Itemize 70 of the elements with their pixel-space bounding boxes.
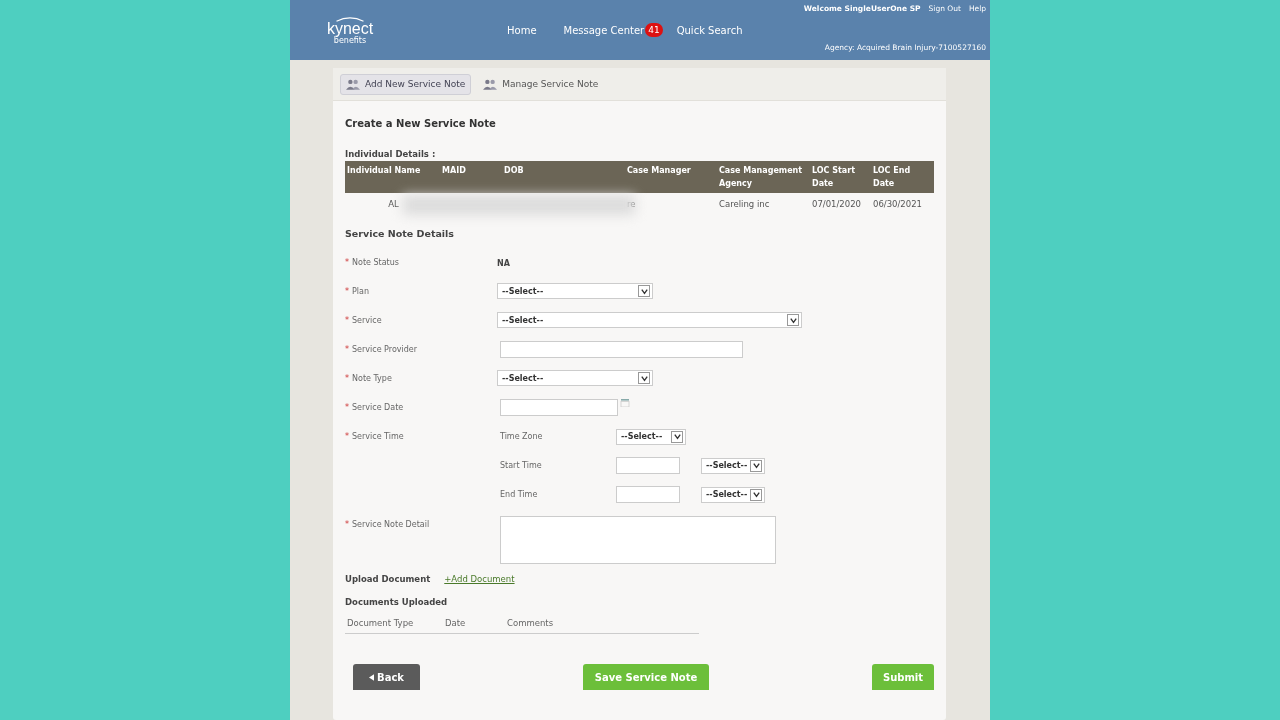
required-mark: * — [345, 403, 349, 412]
text-area[interactable] — [500, 516, 776, 564]
caret-icon — [750, 459, 762, 472]
count-badge: 41 — [645, 23, 663, 37]
required-mark: * — [345, 287, 349, 296]
column-header: Case Manager — [626, 165, 692, 177]
select-field[interactable]: --Select-- — [701, 486, 765, 503]
field-label: Start Time — [500, 461, 543, 470]
field-label: Service Provider — [352, 345, 418, 354]
section-label: Individual Details : — [345, 149, 437, 159]
tab[interactable]: Add New Service Note — [340, 73, 472, 95]
time-field[interactable] — [616, 457, 680, 474]
date-field[interactable] — [500, 399, 618, 416]
nav-link[interactable]: Home — [507, 23, 537, 37]
nav-link[interactable]: Message Center 41 — [563, 23, 663, 37]
table-cell-text: 07/01/2020 — [811, 198, 862, 211]
nav-link[interactable]: Quick Search — [676, 23, 743, 37]
time-field[interactable] — [616, 486, 680, 503]
field-label: Note Status — [352, 258, 399, 267]
column-header: Comments — [507, 618, 554, 628]
table-cell-text: re — [626, 198, 637, 211]
field-label: Service Date — [352, 403, 404, 412]
column-header: LOC End Date — [872, 165, 912, 190]
caret-icon — [787, 314, 799, 326]
section-title: Service Note Details — [345, 228, 456, 239]
people-icon — [483, 78, 498, 90]
required-mark: * — [345, 345, 349, 354]
field-label: Service Note Detail — [352, 520, 430, 529]
field-label: Service — [352, 316, 382, 325]
select-field[interactable]: --Select-- — [497, 283, 653, 299]
required-mark: * — [345, 374, 349, 383]
required-mark: * — [345, 316, 349, 325]
section-label: Documents Uploaded — [345, 597, 449, 607]
caret-icon — [750, 488, 762, 501]
kynect-logo[interactable]: kynect benefits — [323, 15, 377, 45]
select-field[interactable]: --Select-- — [497, 312, 802, 328]
tab[interactable]: Manage Service Note — [477, 73, 605, 95]
required-mark: * — [345, 258, 349, 267]
column-header: DOB — [503, 165, 525, 177]
field-label: Service Time — [352, 432, 404, 441]
field-label: End Time — [500, 490, 539, 499]
table-cell-text: 06/30/2021 — [872, 198, 923, 211]
input-field[interactable] — [500, 341, 743, 358]
add-document-link[interactable]: +Add Document — [444, 574, 515, 584]
column-header: Individual Name — [346, 165, 422, 177]
table-cell-text: AL — [387, 198, 400, 211]
caret-icon — [671, 430, 683, 443]
caret-icon — [638, 372, 650, 384]
triangle-icon — [369, 673, 374, 681]
people-icon — [346, 78, 360, 90]
caret-icon — [638, 285, 650, 297]
calendar-icon[interactable] — [620, 399, 630, 407]
select-field[interactable]: --Select-- — [497, 370, 653, 386]
required-mark: * — [345, 432, 349, 441]
field-label: Time Zone — [500, 432, 544, 441]
field-label: Plan — [352, 287, 370, 296]
select-field[interactable]: --Select-- — [701, 457, 765, 474]
field-label: Note Type — [352, 374, 392, 383]
table-cell-text: Careling inc — [718, 198, 771, 211]
column-header: LOC Start Date — [811, 165, 857, 190]
select-field[interactable]: --Select-- — [616, 428, 686, 445]
column-header: Case Management Agency — [718, 165, 804, 190]
column-header: MAID — [441, 165, 467, 177]
page-title: Create a New Service Note — [345, 118, 497, 129]
column-header: Date — [445, 618, 467, 628]
back-button[interactable]: Back — [353, 664, 420, 690]
column-header: Document Type — [347, 618, 415, 628]
required-mark: * — [345, 520, 349, 529]
section-label: Upload Document — [345, 574, 431, 584]
status-value: NA — [497, 259, 510, 268]
